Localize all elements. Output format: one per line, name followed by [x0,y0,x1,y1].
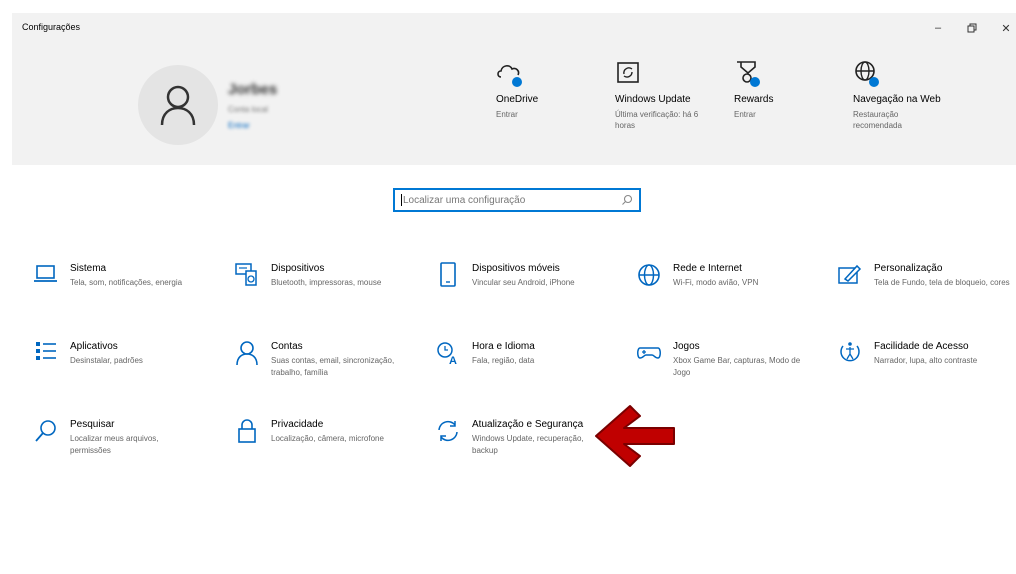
tile-description: Tela de Fundo, tela de bloqueio, cores [874,278,1010,287]
header-item-web-browsing[interactable]: Navegação na Web Restauração recomendada [853,59,943,131]
tile-label: Privacidade [271,419,324,430]
time-language-icon: A [434,340,462,368]
tile-label: Atualização e Segurança [472,419,584,430]
minimize-button[interactable]: – [922,18,954,38]
account-name: Jorbes [228,81,278,98]
globe-icon [853,59,881,87]
red-arrow-annotation [595,405,675,467]
gamepad-icon [635,340,663,368]
person-icon [233,340,261,368]
header-item-sub: Última verificação: há 6 horas [615,110,699,130]
ease-of-access-icon [836,340,864,368]
tile-description: Wi-Fi, modo avião, VPN [673,278,759,287]
restore-icon [967,23,977,33]
maximize-button[interactable] [956,18,988,38]
account-type: Conta local [228,105,269,114]
tile-dispositivos-moveis[interactable]: Dispositivos móveis Vincular seu Android,… [434,262,624,290]
tile-description: Localização, câmera, microfone [271,434,384,443]
tile-label: Jogos [673,341,700,352]
tile-label: Facilidade de Acesso [874,341,969,352]
phone-icon [434,262,462,290]
header-item-label: Windows Update [615,94,691,105]
minimize-icon: – [934,22,942,34]
tile-description: Tela, som, notificações, energia [70,278,183,287]
tile-label: Pesquisar [70,419,115,430]
tile-description: Suas contas, email, sincronização, traba… [271,356,395,377]
tile-description: Windows Update, recuperação, backup [472,434,584,455]
cloud-icon [496,59,524,87]
header-item-sub: Restauração recomendada [853,110,902,130]
tile-personalizacao[interactable]: Personalização Tela de Fundo, tela de blo… [836,262,1011,290]
avatar[interactable] [138,65,218,145]
person-icon [160,85,196,126]
tile-label: Hora e Idioma [472,341,535,352]
tile-privacidade[interactable]: Privacidade Localização, câmera, microfon… [233,418,423,446]
header-item-label: Rewards [734,94,774,105]
tile-label: Dispositivos móveis [472,263,560,274]
paint-icon [836,262,864,290]
search-input[interactable]: Localizar uma configuração [403,195,525,206]
tile-description: Bluetooth, impressoras, mouse [271,278,382,287]
header-item-rewards[interactable]: Rewards Entrar [734,59,844,120]
tile-facilidade-acesso[interactable]: Facilidade de Acesso Narrador, lupa, alto… [836,340,1011,368]
windows-update-icon [615,59,643,87]
tile-description: Narrador, lupa, alto contraste [874,356,978,365]
header-item-sub: Entrar [496,110,518,119]
header-item-label: OneDrive [496,94,539,105]
tile-rede-internet[interactable]: Rede e Internet Wi-Fi, modo avião, VPN [635,262,825,290]
tile-contas[interactable]: Contas Suas contas, email, sincronização,… [233,340,423,378]
lock-icon [233,418,261,446]
tile-description: Fala, região, data [472,356,535,365]
tile-label: Rede e Internet [673,263,742,274]
settings-window: Configurações – ✕ Jorbes Conta local Ent… [12,13,1016,574]
tile-label: Contas [271,341,303,352]
tile-hora-idioma[interactable]: A Hora e Idioma Fala, região, data [434,340,624,368]
tile-description: Xbox Game Bar, capturas, Modo de Jogo [673,356,801,377]
rewards-icon [734,59,762,87]
window-title: Configurações [22,22,81,32]
sync-icon [434,418,462,446]
tile-jogos[interactable]: Jogos Xbox Game Bar, capturas, Modo de Jo… [635,340,825,378]
header-item-windows-update[interactable]: Windows Update Última verificação: há 6 … [615,59,725,131]
tile-description: Desinstalar, padrões [70,356,143,365]
account-sign-in-link[interactable]: Entrar [228,121,250,130]
globe-icon [635,262,663,290]
svg-text:A: A [449,355,457,366]
tile-description: Localizar meus arquivos, permissões [70,434,159,455]
tile-label: Dispositivos [271,263,325,274]
header-item-label: Navegação na Web [853,94,941,105]
search-icon [32,418,60,446]
apps-list-icon [32,340,60,368]
tile-description: Vincular seu Android, iPhone [472,278,575,287]
tile-dispositivos[interactable]: Dispositivos Bluetooth, impressoras, mous… [233,262,423,290]
search-icon [622,194,633,205]
keyboard-speaker-icon [233,262,261,290]
tile-aplicativos[interactable]: Aplicativos Desinstalar, padrões [32,340,222,368]
close-button[interactable]: ✕ [990,18,1016,38]
account-header: Jorbes Conta local Entrar OneDrive Entra… [12,43,1016,165]
tile-label: Aplicativos [70,341,118,352]
tile-sistema[interactable]: Sistema Tela, som, notificações, energia [32,262,222,290]
header-item-sub: Entrar [734,110,756,119]
laptop-icon [32,262,60,290]
tile-label: Sistema [70,263,107,274]
close-icon: ✕ [1001,22,1011,35]
search-box[interactable]: Localizar uma configuração [393,188,641,212]
header-item-onedrive[interactable]: OneDrive Entrar [496,59,606,120]
tile-pesquisar[interactable]: Pesquisar Localizar meus arquivos, permis… [32,418,222,456]
tile-label: Personalização [874,263,943,274]
title-bar: Configurações – ✕ [12,13,1016,43]
